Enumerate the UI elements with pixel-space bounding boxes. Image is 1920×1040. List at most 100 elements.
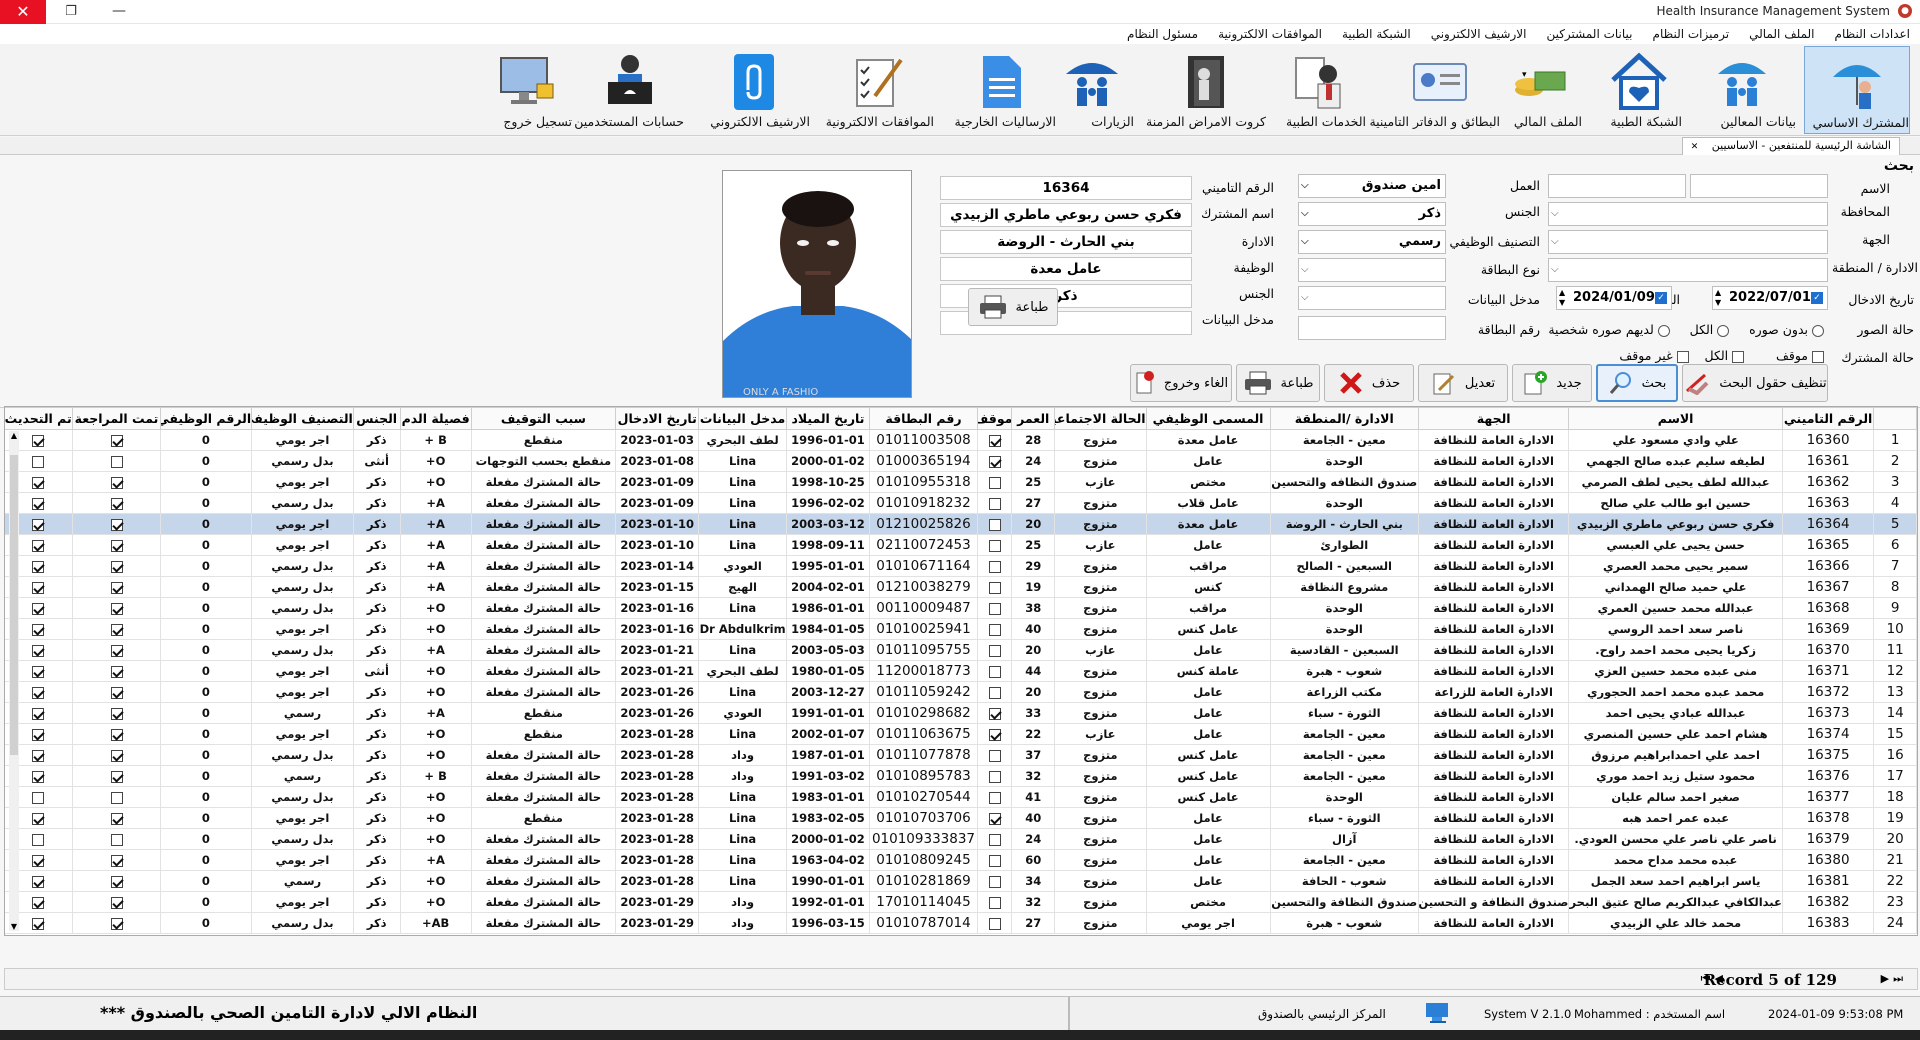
column-header[interactable]: الاسم <box>1568 407 1783 430</box>
row-checkbox[interactable] <box>110 896 123 909</box>
table-cell[interactable]: 16360 <box>1781 429 1875 451</box>
table-cell[interactable]: 010109333837 <box>869 828 978 850</box>
table-cell[interactable]: ذكر <box>352 597 401 619</box>
table-cell[interactable]: بدل رسمي <box>251 450 354 472</box>
date-from-field[interactable]: 2022/07/01 ✓ ▲ ▼ <box>1712 286 1828 310</box>
column-header[interactable]: الحالة الاجتماعية <box>1054 407 1147 430</box>
table-cell[interactable]: حسن يحيى علي العبسي <box>1568 534 1783 556</box>
table-cell[interactable]: 0 <box>159 681 253 703</box>
table-cell[interactable]: اجر يومي <box>251 618 354 640</box>
table-cell[interactable]: 11200018773 <box>869 660 978 682</box>
table-cell[interactable]: صندوق النظافة و التحسين <box>1417 891 1570 913</box>
table-cell[interactable]: 16365 <box>1781 534 1875 556</box>
row-checkbox[interactable] <box>988 476 1001 489</box>
table-cell[interactable]: عازب <box>1054 639 1147 661</box>
row-checkbox[interactable] <box>110 854 123 867</box>
column-header[interactable]: العمر <box>1011 407 1056 430</box>
table-cell[interactable]: عامل <box>1145 534 1271 556</box>
print-photo-button[interactable]: طباعة <box>968 288 1058 326</box>
table-cell[interactable]: Lina <box>698 828 787 850</box>
table-row[interactable]: 15 16374 هشام احمد علي حسين المنصري الادارة… <box>5 723 1917 745</box>
table-cell[interactable]: 01011059242 <box>869 681 978 703</box>
table-cell[interactable]: عامل <box>1145 723 1271 745</box>
table-cell[interactable]: عامل <box>1145 870 1271 892</box>
table-cell[interactable]: متزوج <box>1054 492 1147 514</box>
table-cell[interactable]: علي حميد صالح الهمداني <box>1568 576 1783 598</box>
table-cell[interactable]: لطف البحري <box>698 429 787 451</box>
table-cell[interactable]: 0 <box>159 702 253 724</box>
table-cell[interactable]: حالة المشترك مفعلة <box>470 513 617 535</box>
table-cell[interactable]: Lina <box>698 492 787 514</box>
row-checkbox[interactable] <box>988 854 1001 867</box>
table-cell[interactable]: 2000-01-02 <box>785 450 871 472</box>
table-cell[interactable]: ذكر <box>352 534 401 556</box>
table-cell[interactable]: حالة المشترك مفعلة <box>470 786 617 808</box>
table-cell[interactable] <box>72 681 161 703</box>
table-cell[interactable]: 2003-05-03 <box>785 639 871 661</box>
table-row[interactable]: 21 16380 عبده محمد مداح محمد الادارة العامة… <box>5 849 1917 871</box>
scroll-down-icon[interactable]: ▼ <box>9 922 19 931</box>
row-checkbox[interactable] <box>32 917 45 930</box>
table-cell[interactable]: معين - الجامعة <box>1269 723 1419 745</box>
table-cell[interactable]: فكري حسن ربوعي ماطري الزبيدي <box>1568 513 1783 535</box>
table-cell[interactable]: O+ <box>399 660 472 682</box>
card-type-select[interactable]: ⌵ <box>1298 258 1446 282</box>
table-cell[interactable]: مراقب <box>1145 597 1271 619</box>
table-cell[interactable]: 16367 <box>1781 576 1875 598</box>
table-cell[interactable]: اجر يومي <box>251 849 354 871</box>
dept-region-select[interactable]: ⌵ <box>1548 258 1828 282</box>
date-to-checkbox[interactable]: ✓ <box>1655 292 1667 304</box>
table-cell[interactable]: الادارة العامة للنظافة <box>1417 618 1570 640</box>
table-cell[interactable]: وداد <box>698 912 787 934</box>
row-checkbox[interactable] <box>32 833 45 846</box>
table-row[interactable]: 3 16362 عبدالله لطف يحيى لطف الصرمي الادارة… <box>5 471 1917 493</box>
table-cell[interactable]: 2023-01-03 <box>615 429 700 451</box>
row-checkbox[interactable] <box>32 665 45 678</box>
search-button[interactable]: بحث <box>1596 364 1678 402</box>
table-cell[interactable]: 01010918232 <box>869 492 978 514</box>
row-checkbox[interactable] <box>110 833 123 846</box>
table-cell[interactable]: مكتب الزراعة <box>1269 681 1419 703</box>
table-cell[interactable]: الثورة - سباء <box>1269 702 1419 724</box>
table-row[interactable]: 19 16378 عبده عمر احمد هبه الادارة العامة ل… <box>5 807 1917 829</box>
row-checkbox[interactable] <box>32 434 45 447</box>
table-cell[interactable]: 1987-01-01 <box>785 744 871 766</box>
table-cell[interactable]: الثورة - سباء <box>1269 807 1419 829</box>
table-cell[interactable] <box>976 534 1013 556</box>
table-cell[interactable]: 1992-01-01 <box>785 891 871 913</box>
table-cell[interactable]: 1980-01-05 <box>785 660 871 682</box>
ribbon-button[interactable]: كروت الامراض المزمنة <box>1146 46 1266 134</box>
row-checkbox[interactable] <box>988 623 1001 636</box>
row-checkbox[interactable] <box>110 623 123 636</box>
table-cell[interactable]: 01010671164 <box>869 555 978 577</box>
card-number-input[interactable] <box>1298 316 1446 340</box>
table-cell[interactable]: ذكر <box>352 681 401 703</box>
table-row[interactable]: 4 16363 حسين ابو طالب علي صالح الادارة العا… <box>5 492 1917 514</box>
date-to-field[interactable]: 2024/01/09 ✓ ▲ ▼ <box>1556 286 1672 310</box>
row-checkbox[interactable] <box>110 497 123 510</box>
table-cell[interactable]: 0 <box>159 534 253 556</box>
row-checkbox[interactable] <box>32 791 45 804</box>
table-cell[interactable]: 0 <box>159 492 253 514</box>
row-checkbox[interactable] <box>988 749 1001 762</box>
table-cell[interactable]: 1995-01-01 <box>785 555 871 577</box>
table-row[interactable]: 1 16360 علي وادي مسعود علي الادارة العامة ل… <box>5 429 1917 451</box>
table-cell[interactable]: 0 <box>159 639 253 661</box>
table-cell[interactable]: حالة المشترك مفعلة <box>470 891 617 913</box>
table-cell[interactable]: الادارة العامة للنظافة <box>1417 429 1570 451</box>
row-checkbox[interactable] <box>32 770 45 783</box>
table-cell[interactable]: وداد <box>698 744 787 766</box>
table-cell[interactable]: بدل رسمي <box>251 912 354 934</box>
table-cell[interactable]: 27 <box>1011 492 1056 514</box>
table-cell[interactable]: 0 <box>159 660 253 682</box>
table-cell[interactable] <box>976 618 1013 640</box>
row-checkbox[interactable] <box>988 896 1001 909</box>
table-cell[interactable] <box>976 723 1013 745</box>
menu-item[interactable]: مسئول النظام <box>1127 27 1198 41</box>
row-checkbox[interactable] <box>988 497 1001 510</box>
table-cell[interactable]: متزوج <box>1054 618 1147 640</box>
new-button[interactable]: جديد <box>1512 364 1592 402</box>
table-cell[interactable]: اجر يومي <box>251 807 354 829</box>
name-field-second[interactable] <box>1548 174 1686 198</box>
table-cell[interactable] <box>976 513 1013 535</box>
